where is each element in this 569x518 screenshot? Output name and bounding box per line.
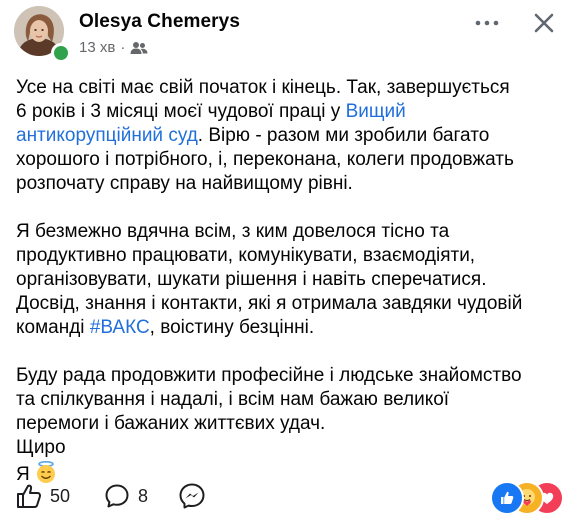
post-text-segment: команді xyxy=(16,317,90,338)
post-text-segment: хорошого і потрібного, і, переконана, ко… xyxy=(16,149,514,170)
post-line: хорошого і потрібного, і, переконана, ко… xyxy=(16,148,561,172)
friends-icon[interactable] xyxy=(130,41,148,55)
post-line: та спілкування і надалі, і всім нам бажа… xyxy=(16,388,561,412)
post-header: Olesya Chemerys 13 хв · xyxy=(0,0,569,64)
more-dots-icon xyxy=(475,20,499,26)
post-text-segment: Досвід, знання і контакти, які я отримал… xyxy=(16,293,523,314)
post-line: Досвід, знання і контакти, які я отримал… xyxy=(16,292,561,316)
post-paragraph: Я безмежно вдячна всім, з ким довелося т… xyxy=(16,220,561,340)
comment-button[interactable]: 8 xyxy=(104,478,148,514)
comment-icon xyxy=(104,483,130,509)
like-button[interactable]: 50 xyxy=(16,478,70,514)
post-text-segment: розпочату справу на найвищому рівні. xyxy=(16,173,353,194)
hashtag-link[interactable]: #ВАКС xyxy=(90,317,150,338)
online-status-indicator xyxy=(51,43,71,63)
post-text-segment: 6 років і 3 місяці моєї чудової праці у xyxy=(16,101,346,122)
post-text-segment: Буду рада продовжити професійне і людськ… xyxy=(16,365,522,386)
more-options-button[interactable] xyxy=(474,10,500,36)
author-name[interactable]: Olesya Chemerys xyxy=(79,11,240,33)
page-link[interactable]: антикорупційний суд xyxy=(16,125,198,146)
post-line: Щиро xyxy=(16,436,561,460)
like-reaction-icon xyxy=(490,481,524,515)
messenger-icon xyxy=(178,482,206,510)
post-line: Усе на світі має свій початок і кінець. … xyxy=(16,76,561,100)
post-text-segment: Усе на світі має свій початок і кінець. … xyxy=(16,77,510,98)
post-line: продуктивно працювати, комунікувати, вза… xyxy=(16,244,561,268)
meta-separator: · xyxy=(120,39,126,56)
post-text: Усе на світі має свій початок і кінець. … xyxy=(16,76,561,515)
post-text-segment: Щиро xyxy=(16,437,66,458)
post-text-segment: організовувати, шукати рішення і навіть … xyxy=(16,269,487,290)
post-line: 6 років і 3 місяці моєї чудової праці у … xyxy=(16,100,561,124)
post-text-segment: продуктивно працювати, комунікувати, вза… xyxy=(16,245,476,266)
like-icon xyxy=(16,483,42,509)
post-line: організовувати, шукати рішення і навіть … xyxy=(16,268,561,292)
post-line: перемоги і бажаних життєвих удач. xyxy=(16,412,561,436)
post-line: антикорупційний суд. Вірю - разом ми зро… xyxy=(16,124,561,148)
post-text-segment: , воістину безцінні. xyxy=(149,317,315,338)
close-button[interactable] xyxy=(530,9,558,37)
post-line: Я безмежно вдячна всім, з ким довелося т… xyxy=(16,220,561,244)
close-icon xyxy=(533,12,555,34)
post-text-segment: Я безмежно вдячна всім, з ким довелося т… xyxy=(16,221,450,242)
post-time[interactable]: 13 хв xyxy=(79,39,115,56)
post-meta: 13 хв · xyxy=(79,39,148,56)
post-text-segment: та спілкування і надалі, і всім нам бажа… xyxy=(16,389,450,410)
reactions-summary[interactable] xyxy=(490,481,564,515)
share-messenger-button[interactable] xyxy=(178,478,206,514)
post-text-segment: перемоги і бажаних життєвих удач. xyxy=(16,413,326,434)
page-link[interactable]: Вищий xyxy=(346,101,406,122)
post-paragraph: Буду рада продовжити професійне і людськ… xyxy=(16,364,561,491)
post-paragraph: Усе на світі має свій початок і кінець. … xyxy=(16,76,561,196)
like-count: 50 xyxy=(50,485,71,506)
post-text-segment: . Вірю - разом ми зробили багато xyxy=(197,125,490,146)
post-line: розпочату справу на найвищому рівні. xyxy=(16,172,561,196)
comment-count: 8 xyxy=(138,485,149,506)
post-line: команді #ВАКС, воістину безцінні. xyxy=(16,316,561,340)
post-actions-bar: 50 8 xyxy=(0,478,569,518)
post-line: Буду рада продовжити професійне і людськ… xyxy=(16,364,561,388)
